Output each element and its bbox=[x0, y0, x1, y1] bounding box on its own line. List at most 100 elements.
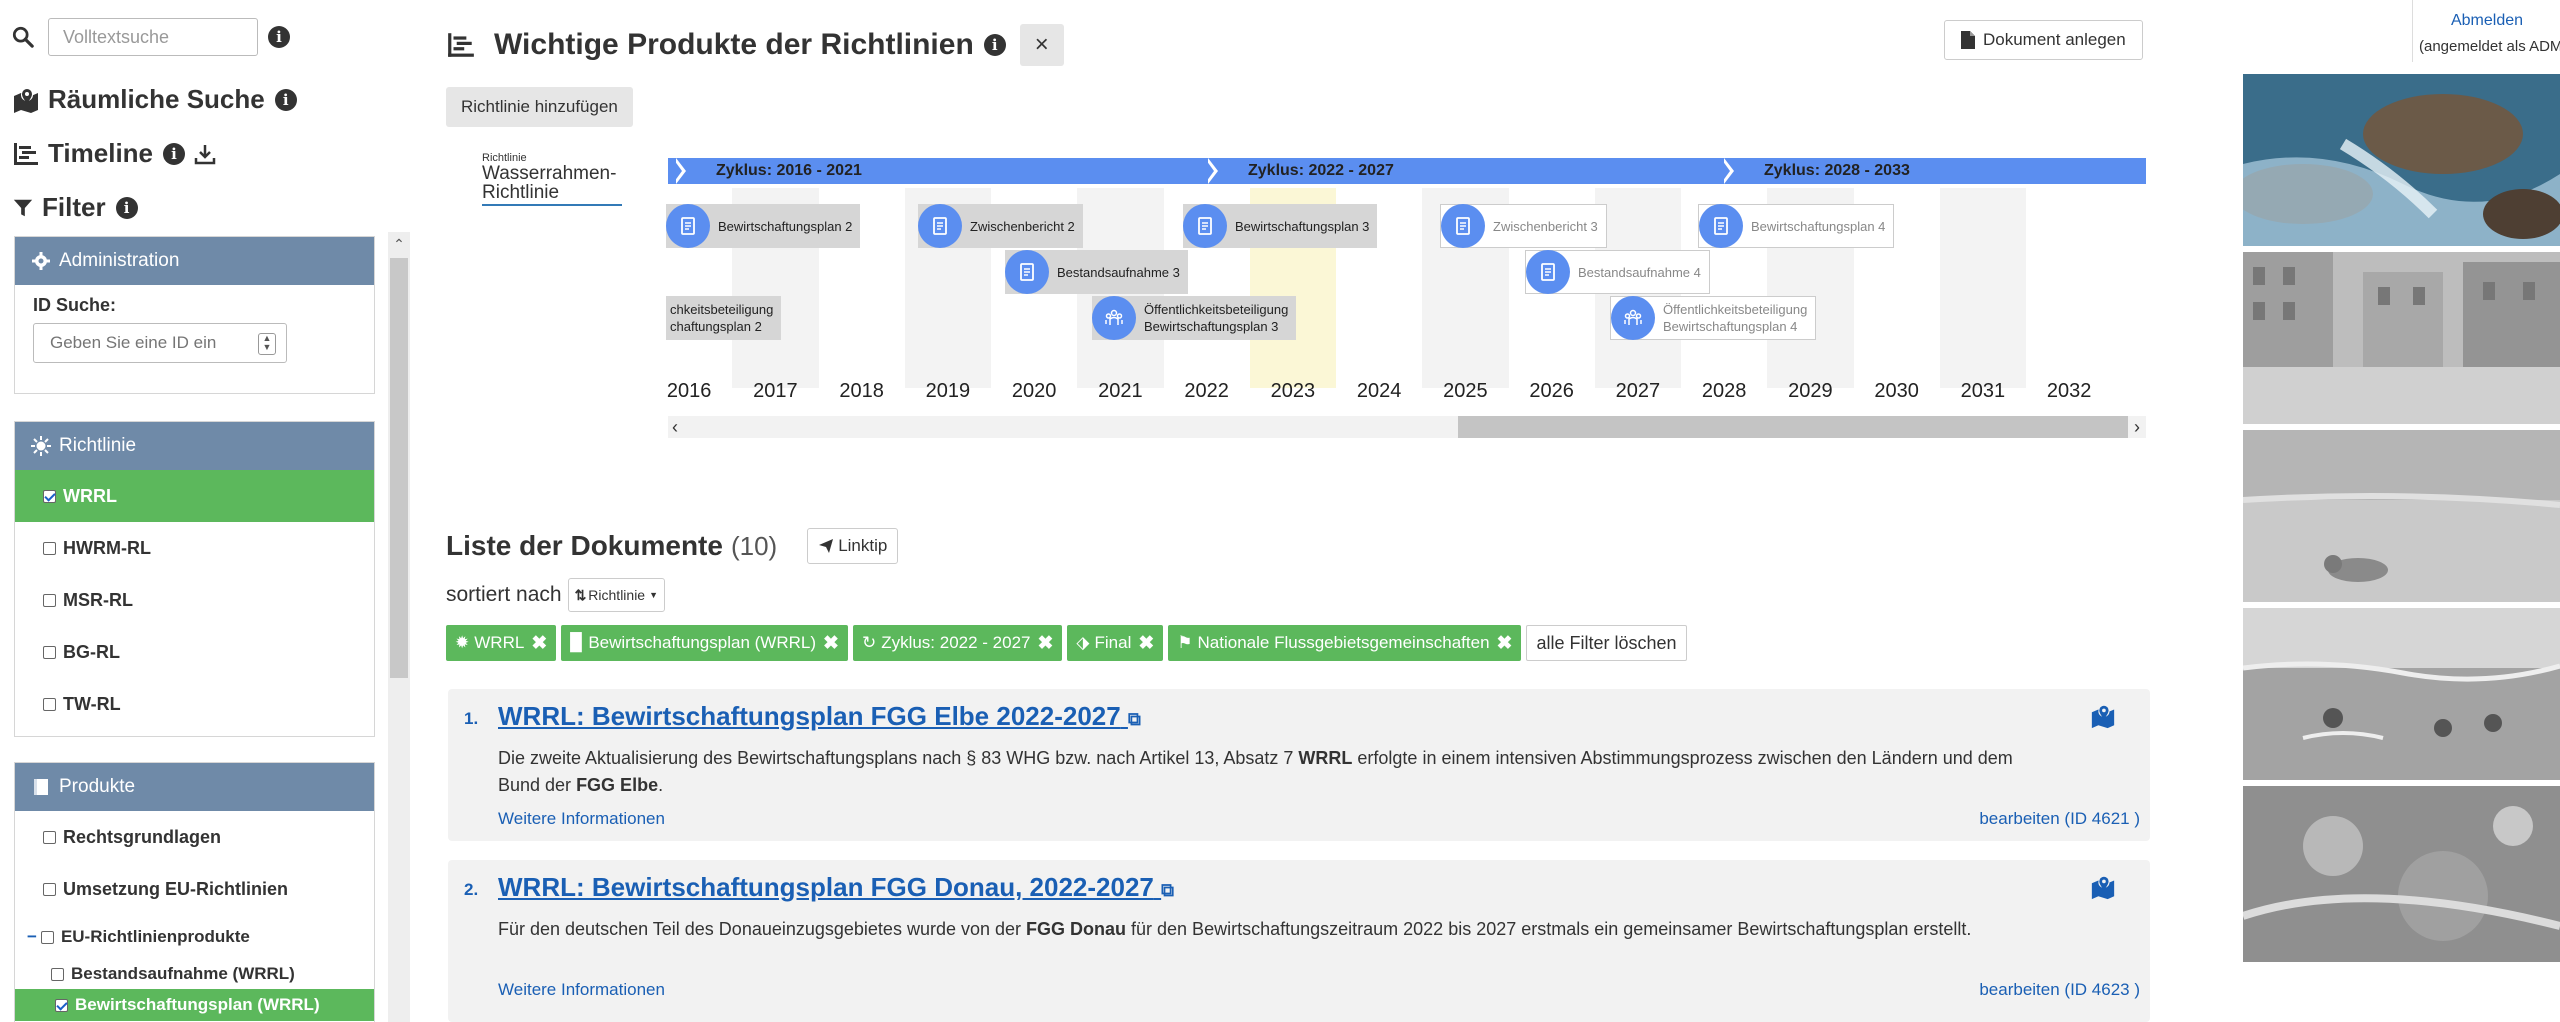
timeline-item-line: Bewirtschaftungsplan 4 bbox=[1663, 319, 1798, 334]
timeline-item[interactable]: Bewirtschaftungsplan 4 bbox=[1698, 204, 1895, 248]
timeline-item-label: Öffentlichkeitsbeteiligung Bewirtschaftun… bbox=[1663, 301, 1807, 335]
spatial-search-header[interactable]: Räumliche Suche i bbox=[12, 84, 297, 115]
filter-chip[interactable]: ✹ WRRL ✖ bbox=[446, 625, 557, 661]
checkbox[interactable] bbox=[43, 697, 56, 711]
timeline-item[interactable]: Bestandsaufnahme 3 bbox=[1005, 250, 1188, 294]
filter-header[interactable]: Filter i bbox=[12, 192, 138, 223]
richtlinie-panel-header[interactable]: Richtlinie bbox=[15, 422, 374, 470]
timeline-scrollbar[interactable]: ‹ › bbox=[668, 416, 2146, 438]
document-title-link[interactable]: WRRL: Bewirtschaftungsplan FGG Elbe 2022… bbox=[498, 701, 1141, 732]
timeline-item[interactable]: Öffentlichkeitsbeteiligung Bewirtschaftun… bbox=[1610, 296, 1817, 340]
produkte-item-eu-richtlinienprodukte[interactable]: − EU-Richtlinienprodukte bbox=[15, 915, 374, 959]
add-directive-button[interactable]: Richtlinie hinzufügen bbox=[446, 87, 633, 127]
checkbox[interactable] bbox=[43, 830, 56, 844]
info-icon[interactable]: i bbox=[268, 26, 290, 48]
timeline-item[interactable]: Bewirtschaftungsplan 3 bbox=[1183, 204, 1378, 248]
year-label: 2018 bbox=[839, 380, 884, 402]
administration-panel-header[interactable]: Administration bbox=[15, 237, 374, 285]
checkbox[interactable] bbox=[43, 882, 56, 896]
richtlinie-item-label: BG-RL bbox=[63, 641, 120, 662]
sort-dropdown[interactable]: ⇅ Richtlinie ▼ bbox=[567, 578, 666, 612]
cycle-label[interactable]: Zyklus: 2016 - 2021 bbox=[716, 158, 862, 184]
linktip-button[interactable]: Linktip bbox=[807, 528, 899, 564]
remove-icon[interactable]: ✖ bbox=[1138, 632, 1154, 655]
cycle-label[interactable]: Zyklus: 2022 - 2027 bbox=[1248, 158, 1394, 184]
scrollbar-thumb[interactable] bbox=[390, 258, 408, 678]
checkbox[interactable] bbox=[40, 930, 54, 944]
scrollbar-thumb[interactable] bbox=[1458, 416, 2128, 438]
id-search-input[interactable] bbox=[48, 324, 252, 362]
remove-icon[interactable]: ✖ bbox=[823, 632, 839, 655]
id-search-field[interactable]: ▲▼ bbox=[33, 323, 287, 363]
document-title: WRRL: Bewirtschaftungsplan FGG Donau, 20… bbox=[498, 872, 1154, 902]
search-icon[interactable] bbox=[12, 26, 34, 48]
more-info-link[interactable]: Weitere Informationen bbox=[498, 809, 665, 829]
scroll-up-icon[interactable]: ⌃ bbox=[388, 232, 410, 256]
year-label: 2031 bbox=[1960, 380, 2006, 402]
filter-chip[interactable]: ⚑ Nationale Flussgebietsgemeinschaften ✖ bbox=[1168, 625, 1522, 661]
map-marker-icon[interactable] bbox=[2090, 703, 2116, 729]
caret-down-icon: ▼ bbox=[649, 590, 659, 600]
produkte-item-rechtsgrundlagen[interactable]: Rechtsgrundlagen bbox=[15, 811, 374, 863]
close-button[interactable]: × bbox=[1019, 24, 1064, 66]
info-icon[interactable]: i bbox=[163, 142, 186, 165]
produkte-title: Produkte bbox=[59, 776, 136, 797]
timeline-item[interactable]: Zwischenbericht 2 bbox=[918, 204, 1083, 248]
doc-icon bbox=[1005, 250, 1049, 294]
edit-link[interactable]: bearbeiten (ID 4623 ) bbox=[1979, 980, 2140, 1000]
richtlinie-item-wrrl[interactable]: WRRL bbox=[15, 470, 374, 522]
new-document-button[interactable]: Dokument anlegen bbox=[1944, 20, 2143, 60]
richtlinie-item-bg[interactable]: BG-RL bbox=[15, 626, 374, 678]
timeline-item[interactable]: Öffentlichkeitsbeteiligung Bewirtschaftun… bbox=[1092, 296, 1297, 340]
richtlinie-item-tw[interactable]: TW-RL bbox=[15, 678, 374, 730]
produkte-item-bewirtschaftungsplan[interactable]: Bewirtschaftungsplan (WRRL) bbox=[15, 989, 374, 1021]
richtlinie-item-msr[interactable]: MSR-RL bbox=[15, 574, 374, 626]
remove-icon[interactable]: ✖ bbox=[1497, 632, 1513, 655]
filter-chip[interactable]: ↻ Zyklus: 2022 - 2027 ✖ bbox=[852, 625, 1063, 661]
checkbox[interactable] bbox=[51, 967, 64, 981]
sidebar-scrollbar[interactable]: ⌃ bbox=[388, 232, 410, 1022]
clear-filters-button[interactable]: alle Filter löschen bbox=[1526, 625, 1687, 661]
number-stepper[interactable]: ▲ ▼ bbox=[258, 333, 276, 355]
edit-link[interactable]: bearbeiten (ID 4621 ) bbox=[1979, 809, 2140, 829]
remove-icon[interactable]: ✖ bbox=[531, 632, 547, 655]
produkte-item-bestandsaufnahme[interactable]: Bestandsaufnahme (WRRL) bbox=[15, 959, 374, 989]
remove-icon[interactable]: ✖ bbox=[1038, 632, 1054, 655]
timeline-item[interactable]: Bestandsaufnahme 4 bbox=[1525, 250, 1710, 294]
filter-chip[interactable]: ▉ Bewirtschaftungsplan (WRRL) ✖ bbox=[561, 625, 848, 661]
download-icon[interactable] bbox=[193, 142, 217, 166]
checkbox[interactable] bbox=[43, 645, 56, 659]
richtlinie-item-label: MSR-RL bbox=[63, 589, 133, 610]
filter-chip[interactable]: ⬗ Final ✖ bbox=[1067, 625, 1164, 661]
map-marker-icon[interactable] bbox=[2090, 874, 2116, 900]
info-icon[interactable]: i bbox=[983, 34, 1006, 56]
info-icon[interactable]: i bbox=[115, 196, 138, 219]
document-description: Für den deutschen Teil des Donaueinzugsg… bbox=[498, 916, 2038, 943]
external-link-icon[interactable]: ⧉ bbox=[1161, 880, 1174, 901]
timeline-item[interactable]: chkeitsbeteiligung chaftungsplan 2 bbox=[666, 296, 782, 340]
checkbox[interactable] bbox=[43, 541, 56, 555]
description-text: Für den deutschen Teil des Donaueinzugsg… bbox=[498, 919, 1027, 939]
external-link-icon[interactable]: ⧉ bbox=[1128, 709, 1141, 730]
chevron-left-icon[interactable]: ‹ bbox=[672, 416, 678, 438]
collapse-toggle[interactable]: − bbox=[27, 927, 37, 947]
fulltext-search-input[interactable] bbox=[48, 18, 258, 56]
checkbox[interactable] bbox=[55, 998, 68, 1012]
timeline-header[interactable]: Timeline i bbox=[12, 138, 217, 169]
document-title-link[interactable]: WRRL: Bewirtschaftungsplan FGG Donau, 20… bbox=[498, 872, 1174, 903]
cycle-label[interactable]: Zyklus: 2028 - 2033 bbox=[1764, 158, 1910, 184]
timeline-item[interactable]: Bewirtschaftungsplan 2 bbox=[666, 204, 861, 248]
doc-icon bbox=[1020, 263, 1034, 281]
logout-link[interactable]: Abmelden bbox=[2413, 12, 2560, 30]
timeline-item[interactable]: Zwischenbericht 3 bbox=[1440, 204, 1607, 248]
produkte-item-umsetzung[interactable]: Umsetzung EU-Richtlinien bbox=[15, 863, 374, 915]
more-info-link[interactable]: Weitere Informationen bbox=[498, 980, 665, 1000]
chevron-right-icon[interactable]: › bbox=[2134, 416, 2140, 438]
administration-title: Administration bbox=[59, 250, 180, 271]
info-icon[interactable]: i bbox=[274, 88, 297, 111]
produkte-panel-header[interactable]: Produkte bbox=[15, 763, 374, 811]
checkbox[interactable] bbox=[43, 489, 56, 503]
checkbox[interactable] bbox=[43, 593, 56, 607]
richtlinie-item-hwrm[interactable]: HWRM-RL bbox=[15, 522, 374, 574]
book-icon: ▉ bbox=[570, 633, 584, 652]
